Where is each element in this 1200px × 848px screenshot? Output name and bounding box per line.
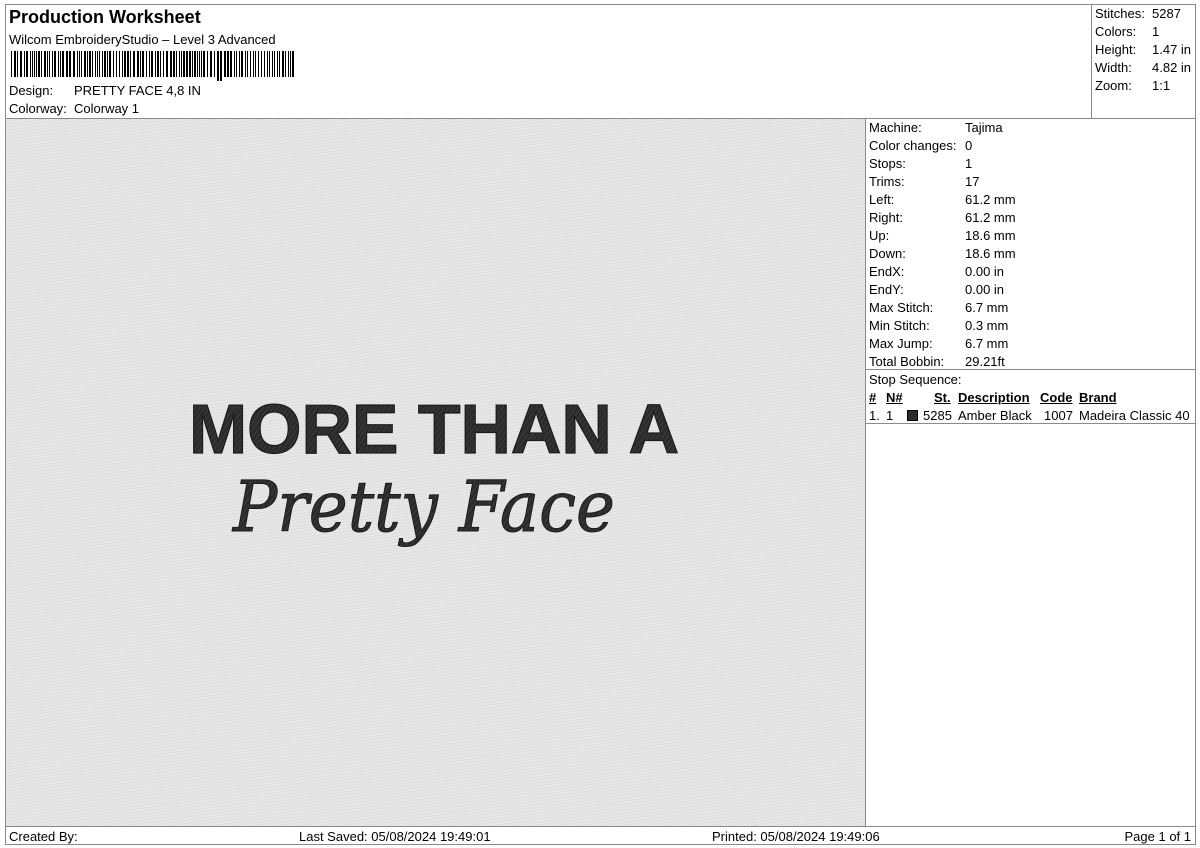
spec-label: Stops: bbox=[869, 156, 906, 171]
page-number: Page 1 of 1 bbox=[1124, 829, 1192, 844]
design-row: Design: PRETTY FACE 4,8 IN bbox=[9, 83, 201, 98]
spec-value: 0 bbox=[965, 138, 973, 153]
summary-stitches: Stitches: 5287 bbox=[1095, 6, 1181, 21]
spec-row: EndY: 0.00 in bbox=[869, 282, 1004, 297]
stop-num: 1. bbox=[869, 408, 880, 423]
spec-label: Max Jump: bbox=[869, 336, 933, 351]
spec-row: Stops: 1 bbox=[869, 156, 972, 171]
spec-row: Trims: 17 bbox=[869, 174, 979, 189]
spec-value: 17 bbox=[965, 174, 980, 189]
worksheet-footer: Created By: Last Saved: 05/08/2024 19:49… bbox=[6, 826, 1195, 845]
last-saved: Last Saved: 05/08/2024 19:49:01 bbox=[299, 829, 491, 844]
design-text-line1: MORE THAN A bbox=[189, 390, 679, 468]
production-worksheet: Production Worksheet Wilcom EmbroiderySt… bbox=[5, 4, 1196, 845]
spec-value: 1 bbox=[965, 156, 973, 171]
barcode-image bbox=[11, 51, 294, 81]
spec-label: Min Stitch: bbox=[869, 318, 930, 333]
spec-label: EndX: bbox=[869, 264, 905, 279]
embroidery-artwork: MORE THAN A Pretty Face bbox=[188, 389, 679, 548]
thread-color-swatch bbox=[907, 410, 918, 421]
spec-row: Machine: Tajima bbox=[869, 120, 1003, 135]
spec-row: Right: 61.2 mm bbox=[869, 210, 1016, 225]
machine-specs: Machine: Tajima Color changes: 0 Stops: 1 Trim… bbox=[866, 119, 1195, 370]
stop-description: Amber Black bbox=[958, 408, 1032, 423]
spec-row: Min Stitch: 0.3 mm bbox=[869, 318, 1008, 333]
spec-label: Down: bbox=[869, 246, 906, 261]
col-description: Description bbox=[958, 390, 1030, 405]
stop-sequence-label: Stop Sequence: bbox=[869, 372, 962, 387]
design-text-line2: Pretty Face bbox=[231, 466, 615, 548]
colorway-label: Colorway: bbox=[9, 101, 67, 116]
summary-height: Height: 1.47 in bbox=[1095, 42, 1192, 57]
page-title: Production Worksheet bbox=[9, 7, 201, 27]
software-name: Wilcom EmbroideryStudio – Level 3 Advanc… bbox=[9, 32, 276, 47]
spec-label: Color changes: bbox=[869, 138, 957, 153]
summary-zoom: Zoom: 1:1 bbox=[1095, 78, 1171, 93]
spec-label: Machine: bbox=[869, 120, 922, 135]
summary-width: Width: 4.82 in bbox=[1095, 60, 1192, 75]
spec-label: EndY: bbox=[869, 282, 904, 297]
design-preview[interactable]: MORE THAN A Pretty Face bbox=[6, 119, 866, 826]
created-by: Created By: bbox=[9, 829, 78, 844]
col-num: # bbox=[869, 390, 877, 405]
spec-label: Trims: bbox=[869, 174, 905, 189]
col-n: N# bbox=[886, 390, 903, 405]
design-summary: Stitches: 5287 Colors: 1 Height: 1.47 in Wi… bbox=[1092, 5, 1195, 119]
col-st: St. bbox=[934, 390, 951, 405]
worksheet-header: Production Worksheet Wilcom EmbroiderySt… bbox=[6, 5, 1092, 119]
col-code: Code bbox=[1040, 390, 1073, 405]
spec-row: Down: 18.6 mm bbox=[869, 246, 1016, 261]
stop-code: 1007 bbox=[1044, 408, 1073, 423]
spec-label: Up: bbox=[869, 228, 890, 243]
stop-brand: Madeira Classic 40 bbox=[1079, 408, 1190, 423]
spec-row: Max Jump: 6.7 mm bbox=[869, 336, 1008, 351]
spec-row: EndX: 0.00 in bbox=[869, 264, 1004, 279]
spec-value: 0.00 in bbox=[965, 282, 1005, 297]
spec-value: 18.6 mm bbox=[965, 246, 1016, 261]
spec-value: 6.7 mm bbox=[965, 336, 1009, 351]
col-brand: Brand bbox=[1079, 390, 1117, 405]
spec-row: Left: 61.2 mm bbox=[869, 192, 1016, 207]
summary-colors: Colors: 1 bbox=[1095, 24, 1160, 39]
spec-value: 18.6 mm bbox=[965, 228, 1016, 243]
design-label: Design: bbox=[9, 83, 54, 98]
spec-value: 61.2 mm bbox=[965, 210, 1016, 225]
spec-row: Total Bobbin: 29.21ft bbox=[869, 354, 1005, 369]
design-value: PRETTY FACE 4,8 IN bbox=[74, 83, 201, 98]
printed-date: Printed: 05/08/2024 19:49:06 bbox=[712, 829, 880, 844]
spec-value: Tajima bbox=[965, 120, 1003, 135]
stop-sequence: Stop Sequence: # N# St. Description Code… bbox=[866, 370, 1195, 424]
spec-value: 0.00 in bbox=[965, 264, 1005, 279]
stop-stitches: 5285 bbox=[923, 408, 952, 423]
spec-value: 0.3 mm bbox=[965, 318, 1009, 333]
spec-value: 29.21ft bbox=[965, 354, 1005, 369]
spec-row: Max Stitch: 6.7 mm bbox=[869, 300, 1008, 315]
colorway-value: Colorway 1 bbox=[74, 101, 140, 116]
spec-value: 6.7 mm bbox=[965, 300, 1009, 315]
spec-row: Color changes: 0 bbox=[869, 138, 972, 153]
stop-n: 1 bbox=[886, 408, 894, 423]
spec-row: Up: 18.6 mm bbox=[869, 228, 1016, 243]
spec-label: Max Stitch: bbox=[869, 300, 934, 315]
spec-value: 61.2 mm bbox=[965, 192, 1016, 207]
colorway-row: Colorway: Colorway 1 bbox=[9, 101, 139, 116]
spec-label: Total Bobbin: bbox=[869, 354, 945, 369]
spec-label: Left: bbox=[869, 192, 895, 207]
spec-label: Right: bbox=[869, 210, 903, 225]
